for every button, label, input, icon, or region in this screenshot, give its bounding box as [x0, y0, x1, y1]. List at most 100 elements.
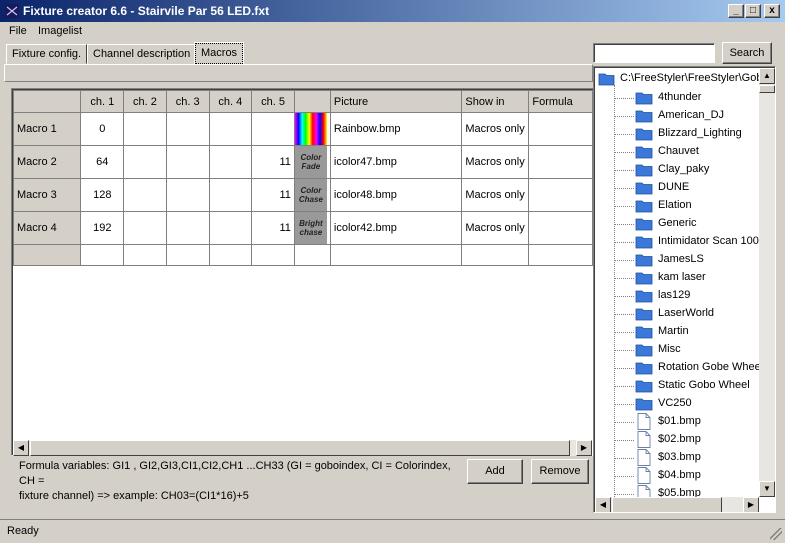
cell-show-in[interactable]: Macros only: [461, 112, 530, 146]
cell-ch1[interactable]: 128: [80, 178, 125, 212]
cell-empty[interactable]: [80, 244, 125, 266]
cell-ch5[interactable]: 11: [251, 211, 295, 245]
menu-imagelist[interactable]: Imagelist: [38, 25, 82, 37]
cell-empty[interactable]: [165, 244, 210, 266]
tree-item-label: JamesLS: [658, 253, 704, 265]
tree-vertical-scrollbar[interactable]: ▲ ▼: [759, 68, 775, 497]
grid-horizontal-scrollbar[interactable]: ◀ ▶: [13, 440, 592, 456]
cell-ch4[interactable]: [208, 145, 253, 179]
tab-channel-description[interactable]: Channel description: [87, 44, 197, 64]
row-name: Macro 4: [12, 211, 82, 245]
cell-ch2[interactable]: [123, 211, 167, 245]
cell-picture-thumb[interactable]: Color Fade: [293, 145, 331, 179]
tree-item-label: Chauvet: [658, 145, 699, 157]
cell-picture-thumb[interactable]: Bright chase: [293, 211, 331, 245]
gobo-tree-view[interactable]: C:\FreeStyler\FreeStyler\Gob 4thunder Ame…: [593, 66, 776, 513]
tab-fixture-config[interactable]: Fixture config.: [6, 44, 88, 64]
cell-show-in[interactable]: Macros only: [461, 145, 530, 179]
cell-empty[interactable]: [123, 244, 167, 266]
header-picture[interactable]: Picture: [329, 90, 463, 113]
table-row[interactable]: Macro 1 0 Rainbow.bmp Macros only: [12, 112, 593, 146]
tree-item-label: $01.bmp: [658, 415, 701, 427]
cell-ch2[interactable]: [123, 112, 167, 146]
search-input[interactable]: [593, 43, 715, 63]
cell-picture[interactable]: icolor47.bmp: [329, 145, 463, 179]
scroll-right-icon[interactable]: ▶: [743, 497, 759, 512]
cell-ch4[interactable]: [208, 112, 253, 146]
table-row[interactable]: Macro 2 64 11 Color Fade icolor47.bmp Ma…: [12, 145, 593, 179]
resize-grip-icon[interactable]: [770, 528, 782, 540]
cell-empty[interactable]: [528, 244, 593, 266]
cell-ch3[interactable]: [165, 112, 210, 146]
cell-ch5[interactable]: 11: [251, 178, 295, 212]
header-ch2[interactable]: ch. 2: [123, 90, 167, 113]
header-show-in[interactable]: Show in: [461, 90, 530, 113]
close-button[interactable]: x: [764, 4, 780, 18]
cell-ch5[interactable]: 11: [251, 145, 295, 179]
folder-icon: [635, 308, 653, 321]
cell-ch3[interactable]: [165, 178, 210, 212]
cell-formula[interactable]: [528, 145, 593, 179]
cell-empty[interactable]: [293, 244, 331, 266]
remove-button[interactable]: Remove: [531, 459, 589, 484]
header-formula[interactable]: Formula: [528, 90, 593, 113]
cell-picture-thumb[interactable]: Color Chase: [293, 178, 331, 212]
cell-picture[interactable]: icolor42.bmp: [329, 211, 463, 245]
tree-connector: [614, 332, 634, 333]
cell-ch1[interactable]: 64: [80, 145, 125, 179]
table-row[interactable]: Macro 4 192 11 Bright chase icolor42.bmp…: [12, 211, 593, 245]
table-row-new[interactable]: [12, 244, 593, 266]
cell-picture-thumb[interactable]: [293, 112, 331, 146]
cell-empty[interactable]: [208, 244, 253, 266]
cell-show-in[interactable]: Macros only: [461, 178, 530, 212]
cell-ch1[interactable]: 192: [80, 211, 125, 245]
add-button[interactable]: Add: [467, 459, 523, 484]
scroll-thumb[interactable]: [612, 497, 722, 512]
scroll-left-icon[interactable]: ◀: [13, 440, 29, 456]
scroll-down-icon[interactable]: ▼: [759, 481, 775, 497]
maximize-button[interactable]: □: [745, 4, 761, 18]
cell-ch4[interactable]: [208, 211, 253, 245]
header-ch3[interactable]: ch. 3: [165, 90, 210, 113]
tree-connector: [614, 170, 634, 171]
tree-root-label: C:\FreeStyler\FreeStyler\Gob: [620, 72, 763, 84]
tree-horizontal-scrollbar[interactable]: ◀ ▶: [595, 497, 759, 512]
folder-icon: [635, 380, 653, 393]
cell-ch4[interactable]: [208, 178, 253, 212]
cell-ch5[interactable]: [251, 112, 295, 146]
cell-ch1[interactable]: 0: [80, 112, 125, 146]
tree-connector: [614, 278, 634, 279]
cell-picture[interactable]: Rainbow.bmp: [329, 112, 463, 146]
tab-macros[interactable]: Macros: [193, 42, 245, 65]
search-button[interactable]: Search: [722, 42, 772, 64]
cell-ch2[interactable]: [123, 178, 167, 212]
scroll-left-icon[interactable]: ◀: [595, 497, 611, 512]
header-ch1[interactable]: ch. 1: [80, 90, 125, 113]
header-ch5[interactable]: ch. 5: [251, 90, 295, 113]
macro-grid[interactable]: ch. 1 ch. 2 ch. 3 ch. 4 ch. 5 Picture Sh…: [11, 88, 594, 456]
cell-empty[interactable]: [251, 244, 295, 266]
cell-formula[interactable]: [528, 178, 593, 212]
table-row[interactable]: Macro 3 128 11 Color Chase icolor48.bmp …: [12, 178, 593, 212]
cell-formula[interactable]: [528, 211, 593, 245]
formula-help-line1: Formula variables: GI1 , GI2,GI3,CI1,CI2…: [19, 460, 451, 487]
cell-formula[interactable]: [528, 112, 593, 146]
header-ch4[interactable]: ch. 4: [208, 90, 253, 113]
cell-picture[interactable]: icolor48.bmp: [329, 178, 463, 212]
cell-show-in[interactable]: Macros only: [461, 211, 530, 245]
cell-ch2[interactable]: [123, 145, 167, 179]
minimize-button[interactable]: _: [728, 4, 744, 18]
cell-empty[interactable]: [461, 244, 530, 266]
cell-ch3[interactable]: [165, 211, 210, 245]
scroll-up-icon[interactable]: ▲: [759, 68, 775, 84]
scroll-right-icon[interactable]: ▶: [576, 440, 592, 456]
cell-empty[interactable]: [329, 244, 463, 266]
menu-file[interactable]: File: [9, 25, 27, 37]
cell-ch3[interactable]: [165, 145, 210, 179]
scroll-thumb[interactable]: [759, 85, 775, 93]
scroll-thumb[interactable]: [30, 440, 570, 456]
tree-connector: [614, 350, 634, 351]
status-bar: Ready: [0, 519, 785, 543]
tree-item-label: Blizzard_Lighting: [658, 127, 742, 139]
folder-icon: [635, 254, 653, 267]
